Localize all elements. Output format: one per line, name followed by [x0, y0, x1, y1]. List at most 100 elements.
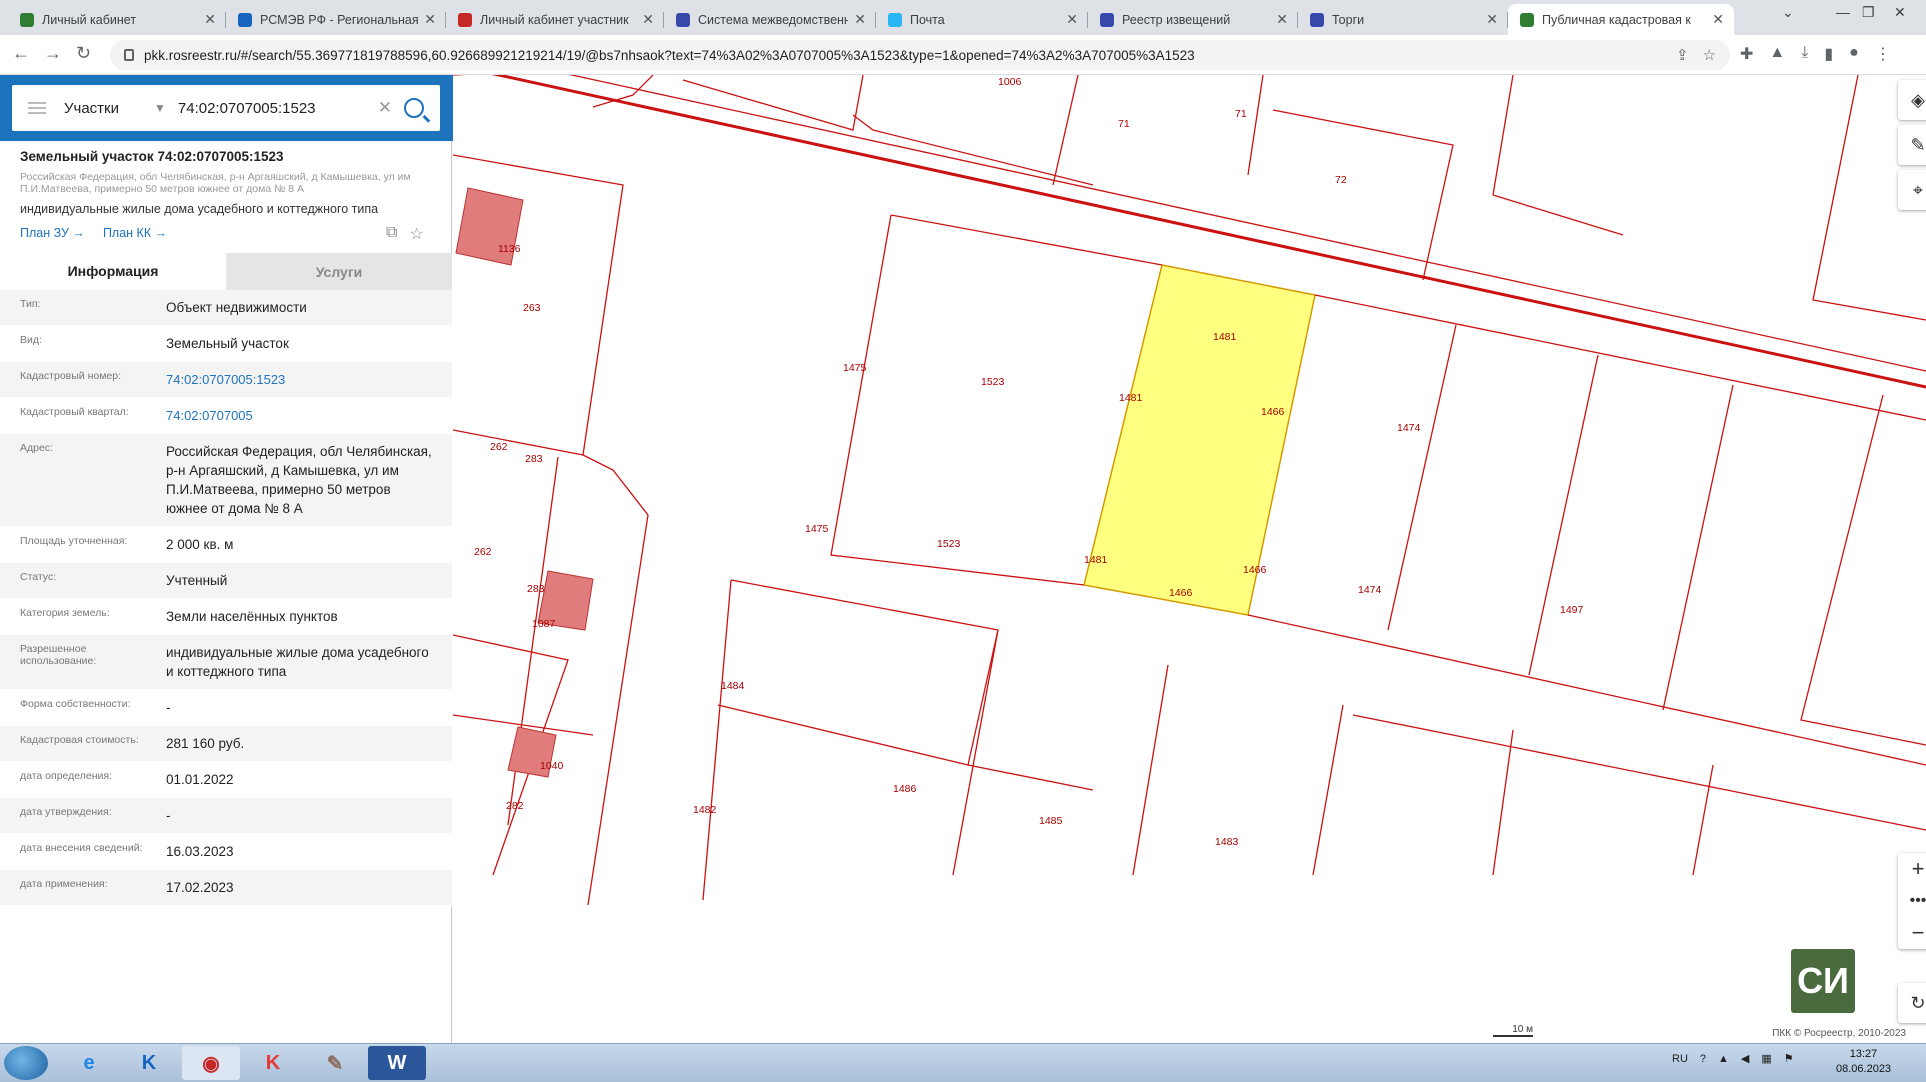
ie-icon[interactable]: e: [60, 1046, 118, 1080]
browser-menu-icon[interactable]: ⋮: [1875, 44, 1891, 64]
search-input[interactable]: 74:02:0707005:1523: [178, 100, 378, 117]
tab-close-icon[interactable]: ✕: [854, 11, 866, 28]
tab-close-icon[interactable]: ✕: [642, 11, 654, 28]
favorite-star-icon[interactable]: ☆: [409, 224, 423, 244]
browser-tab[interactable]: Личный кабинет участник ✕: [446, 4, 664, 35]
parcel-number-label: 282: [506, 800, 524, 812]
flag-icon[interactable]: ⚑: [1784, 1052, 1794, 1065]
profile-icon[interactable]: ●: [1849, 44, 1859, 64]
os-taskbar: e K ◉ K ✎ W RU ? ▲ ◀ ▦ ⚑ 13:27 08.06.202…: [0, 1043, 1926, 1082]
property-value: 16.03.2023: [166, 844, 234, 859]
tab-favicon-icon: [888, 12, 902, 27]
app-k-icon[interactable]: K: [120, 1046, 178, 1080]
tab-title: Почта: [910, 12, 945, 27]
restore-button[interactable]: ❐: [1862, 4, 1875, 21]
extension-pin-icon[interactable]: ▲: [1769, 44, 1785, 64]
parcel-number-label: 1486: [893, 783, 917, 795]
print-search-icon[interactable]: ⧉: [386, 224, 397, 244]
property-value-link[interactable]: 74:02:0707005:1523: [146, 362, 452, 397]
bookmark-star-icon[interactable]: ☆: [1703, 46, 1716, 64]
property-row: дата определения: 01.01.2022: [0, 762, 452, 798]
tab-close-icon[interactable]: ✕: [1276, 11, 1288, 28]
minimize-button[interactable]: —: [1836, 4, 1850, 20]
download-icon[interactable]: ⤓: [1801, 44, 1808, 64]
reload-icon[interactable]: ↻: [76, 43, 91, 64]
language-indicator[interactable]: RU: [1672, 1053, 1688, 1065]
parcel-layer[interactable]: 1006 71 71 72 1136 263 1475 1523 1481 1481 1466 147…: [453, 75, 1926, 1043]
clear-search-icon[interactable]: ✕: [378, 98, 392, 118]
tab-services[interactable]: Услуги: [226, 253, 452, 290]
browser-tab[interactable]: РСМЭВ РФ - Региональная ✕: [226, 4, 446, 35]
property-value-link[interactable]: 74:02:0707005: [146, 398, 452, 433]
tab-close-icon[interactable]: ✕: [204, 11, 216, 28]
property-row: Разрешенное использование: индивидуальные…: [0, 635, 452, 690]
browser-tab[interactable]: Торги ✕: [1298, 4, 1508, 35]
url-text[interactable]: pkk.rosreestr.ru/#/search/55.36977181978…: [144, 48, 1730, 63]
search-icon[interactable]: [404, 98, 424, 118]
parcel-number-label: 71: [1235, 108, 1247, 120]
browser-tab[interactable]: Публичная кадастровая к ✕: [1508, 4, 1734, 35]
parcel-number-label: 1484: [721, 680, 745, 692]
property-value: Учтенный: [166, 573, 228, 588]
parcel-number-label: 1481: [1213, 331, 1237, 343]
word-icon[interactable]: W: [368, 1046, 426, 1080]
object-title: Земельный участок 74:02:0707005:1523: [20, 149, 284, 164]
browser-tab[interactable]: Реестр извещений ✕: [1088, 4, 1298, 35]
chrome-icon[interactable]: ◉: [182, 1046, 240, 1080]
address-bar[interactable]: pkk.rosreestr.ru/#/search/55.36977181978…: [110, 40, 1730, 70]
paint-icon[interactable]: ✎: [306, 1046, 364, 1080]
browser-tab[interactable]: Почта ✕: [876, 4, 1088, 35]
close-window-button[interactable]: ✕: [1894, 4, 1906, 21]
start-button[interactable]: [4, 1046, 48, 1080]
plan-zu-link[interactable]: План ЗУ →: [20, 226, 85, 240]
extensions-icon[interactable]: ✚: [1740, 44, 1753, 64]
property-row: Категория земель: Земли населённых пункто…: [0, 599, 452, 635]
property-row: дата применения: 17.02.2023: [0, 870, 452, 906]
kontur-icon[interactable]: K: [244, 1046, 302, 1080]
zoom-more-button[interactable]: •••: [1898, 885, 1926, 917]
layers-icon[interactable]: ◈: [1898, 80, 1926, 120]
history-icon[interactable]: ↻: [1898, 983, 1926, 1023]
back-icon[interactable]: ←: [12, 43, 30, 64]
search-type-select[interactable]: Участки: [64, 100, 154, 117]
parcel-number-label: 1466: [1243, 564, 1267, 576]
tray-arrow-icon[interactable]: ▲: [1718, 1053, 1729, 1065]
zoom-controls: + ••• −: [1898, 853, 1926, 949]
property-row: дата утверждения: -: [0, 798, 452, 834]
sidebar-icon[interactable]: ▮: [1824, 44, 1833, 64]
property-value: 2 000 кв. м: [166, 537, 234, 552]
browser-tab[interactable]: Система межведомственн ✕: [664, 4, 876, 35]
parcel-number-label: 1466: [1261, 406, 1285, 418]
clock[interactable]: 13:27 08.06.2023: [1836, 1047, 1891, 1077]
tab-information[interactable]: Информация: [0, 253, 226, 290]
plan-kk-link[interactable]: План КК →: [103, 226, 167, 240]
tab-close-icon[interactable]: ✕: [1066, 11, 1078, 28]
forward-icon[interactable]: →: [44, 43, 62, 64]
tab-close-icon[interactable]: ✕: [1486, 11, 1498, 28]
network-icon[interactable]: ▦: [1761, 1052, 1771, 1065]
tab-close-icon[interactable]: ✕: [424, 11, 436, 28]
parcel-number-label: 1475: [805, 523, 829, 535]
object-use: индивидуальные жилые дома усадебного и к…: [20, 202, 379, 216]
property-value: индивидуальные жилые дома усадебного и к…: [166, 645, 429, 679]
property-row: Тип: Объект недвижимости: [0, 290, 452, 326]
help-icon[interactable]: ?: [1700, 1053, 1706, 1065]
ruler-icon[interactable]: ✎: [1898, 125, 1926, 165]
tab-title: Личный кабинет участник: [480, 12, 629, 27]
system-tray: RU ? ▲ ◀ ▦ ⚑: [1672, 1052, 1794, 1066]
base-layer-thumbnail[interactable]: СИ: [1791, 949, 1855, 1013]
browser-tab[interactable]: Личный кабинет ✕: [8, 4, 226, 35]
share-icon[interactable]: ⇪: [1676, 46, 1689, 64]
tab-close-icon[interactable]: ✕: [1712, 11, 1724, 28]
zoom-out-button[interactable]: −: [1898, 917, 1926, 949]
tab-title: РСМЭВ РФ - Региональная: [260, 12, 419, 27]
chevron-down-icon[interactable]: ▼: [154, 101, 166, 115]
locate-icon[interactable]: ⌖: [1898, 170, 1926, 210]
cadastral-map[interactable]: 1006 71 71 72 1136 263 1475 1523 1481 1481 1466 147…: [453, 75, 1926, 1043]
tab-search-icon[interactable]: ⌄: [1782, 4, 1794, 21]
property-value: Российская Федерация, обл Челябинская, р…: [166, 444, 432, 516]
hamburger-menu-icon[interactable]: [28, 99, 46, 117]
zoom-in-button[interactable]: +: [1898, 853, 1926, 885]
property-key: Категория земель:: [20, 607, 110, 619]
volume-icon[interactable]: ◀: [1741, 1052, 1749, 1065]
